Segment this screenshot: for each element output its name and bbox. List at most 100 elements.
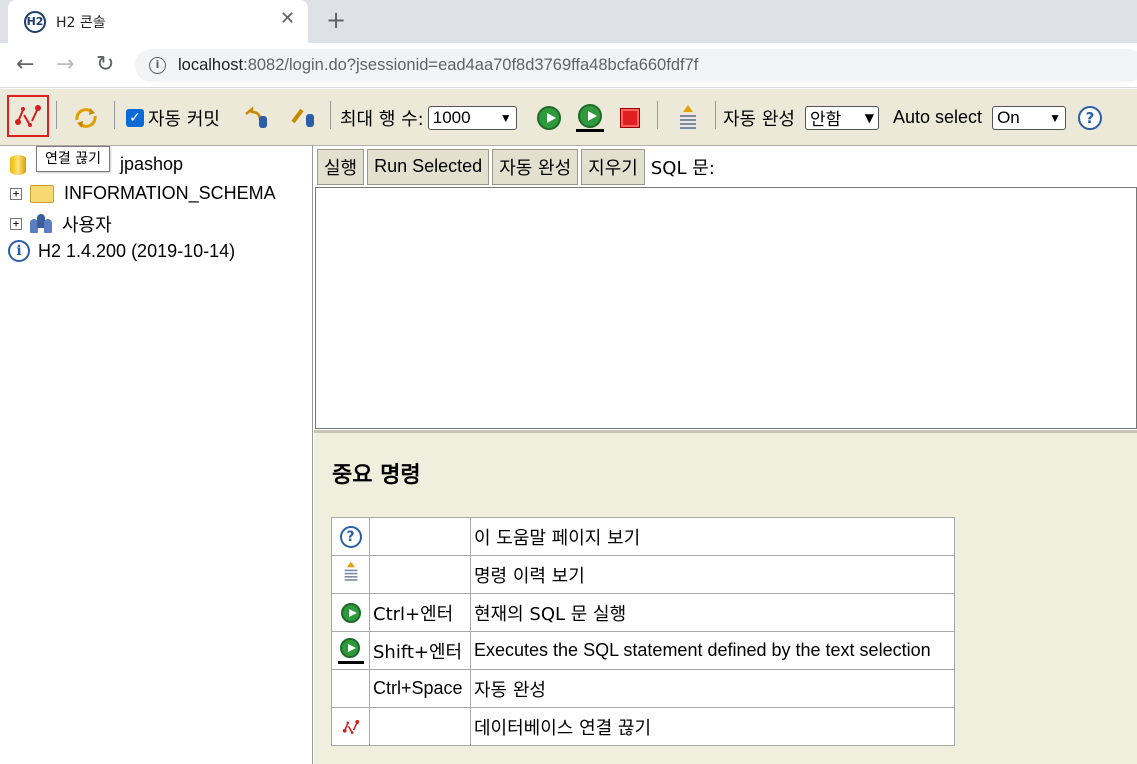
forward-icon[interactable]: → bbox=[56, 52, 74, 77]
table-row: 명령 이력 보기 bbox=[331, 555, 955, 594]
description-cell: 명령 이력 보기 bbox=[470, 555, 955, 594]
toolbar-separator bbox=[657, 101, 658, 129]
toolbar-separator bbox=[715, 101, 716, 129]
expand-icon[interactable]: + bbox=[10, 218, 22, 230]
help-panel: 중요 명령 ? 이 도움말 페이지 보기 명령 이력 보기 Ctrl+엔터 현재… bbox=[314, 433, 1137, 764]
run-selected-button[interactable] bbox=[576, 89, 604, 146]
autocomplete-value: 안함 bbox=[809, 110, 842, 130]
refresh-button[interactable] bbox=[72, 89, 100, 146]
auto-select-group: Auto select On ▼ bbox=[893, 89, 1067, 146]
clear-button[interactable]: 지우기 bbox=[581, 148, 645, 185]
stop-button[interactable] bbox=[620, 89, 640, 146]
tree-item-users[interactable]: + 사용자 bbox=[10, 211, 112, 237]
run-cell-icon bbox=[331, 593, 370, 632]
url-text: localhost:8082/login.do?jsessionid=ead4a… bbox=[178, 56, 698, 75]
chevron-down-icon: ▼ bbox=[864, 110, 874, 125]
description-cell: 자동 완성 bbox=[470, 669, 955, 708]
toolbar-separator bbox=[114, 101, 115, 129]
shortcut-cell bbox=[369, 555, 471, 594]
auto-select-select[interactable]: On ▼ bbox=[992, 105, 1067, 130]
browser-tabstrip: H2 H2 콘솔 ✕ + bbox=[0, 0, 1137, 43]
history-button[interactable] bbox=[679, 89, 697, 146]
disconnect-icon bbox=[15, 105, 41, 127]
sql-statement-label: SQL 문: bbox=[650, 157, 715, 179]
description-cell: 현재의 SQL 문 실행 bbox=[470, 593, 955, 632]
history-icon bbox=[343, 561, 357, 583]
help-button[interactable]: ? bbox=[1078, 89, 1102, 146]
rollback-icon bbox=[245, 105, 267, 128]
back-icon[interactable]: ← bbox=[16, 52, 34, 77]
folder-icon bbox=[30, 184, 54, 203]
site-info-icon[interactable]: i bbox=[149, 57, 166, 74]
shortcut-cell: Shift+엔터 bbox=[369, 631, 471, 670]
autocomplete-label: 자동 완성 bbox=[723, 108, 795, 130]
help-icon: ? bbox=[339, 525, 362, 548]
max-rows-label: 최대 행 수: bbox=[340, 108, 424, 130]
disconnect-tooltip: 연결 끊기 bbox=[36, 146, 110, 172]
users-label: 사용자 bbox=[62, 215, 112, 236]
history-icon bbox=[679, 104, 697, 131]
shortcut-cell bbox=[369, 707, 471, 746]
database-icon bbox=[10, 154, 26, 175]
auto-commit-toggle[interactable]: ✓ 자동 커밋 bbox=[126, 89, 220, 146]
table-row: ? 이 도움말 페이지 보기 bbox=[331, 517, 955, 556]
help-cell-icon: ? bbox=[331, 517, 370, 556]
commit-icon bbox=[291, 108, 314, 127]
description-cell: Executes the SQL statement defined by th… bbox=[470, 631, 955, 670]
disconnect-button[interactable] bbox=[7, 95, 49, 137]
new-tab-icon[interactable]: + bbox=[326, 6, 346, 34]
toolbar-separator bbox=[56, 101, 57, 129]
tree-item-version: i H2 1.4.200 (2019-10-14) bbox=[8, 240, 235, 262]
h2-toolbar: ✓ 자동 커밋 최대 행 수: 1000 ▼ 자동 완성 안함 ▼ Auto s… bbox=[0, 89, 1137, 146]
shortcut-cell: Ctrl+Space bbox=[369, 669, 471, 708]
autocomplete-group: 자동 완성 안함 ▼ bbox=[723, 89, 879, 146]
disconnect-icon bbox=[342, 719, 359, 734]
database-name: jpashop bbox=[120, 154, 184, 174]
run-selected-sql-button[interactable]: Run Selected bbox=[367, 148, 490, 185]
shortcut-cell bbox=[369, 517, 471, 556]
auto-commit-checkbox[interactable]: ✓ bbox=[126, 108, 144, 127]
description-cell: 이 도움말 페이지 보기 bbox=[470, 517, 955, 556]
commit-button[interactable] bbox=[290, 89, 318, 146]
table-row: 데이터베이스 연결 끊기 bbox=[331, 707, 955, 746]
shortcut-cell: Ctrl+엔터 bbox=[369, 593, 471, 632]
max-rows-select[interactable]: 1000 ▼ bbox=[427, 105, 517, 130]
h2-favicon-icon: H2 bbox=[24, 11, 46, 33]
chevron-down-icon: ▼ bbox=[1049, 110, 1062, 125]
run-sql-button[interactable]: 실행 bbox=[317, 148, 365, 185]
schema-label: INFORMATION_SCHEMA bbox=[64, 183, 276, 203]
autocomplete-select[interactable]: 안함 ▼ bbox=[804, 105, 879, 130]
table-row: Shift+엔터 Executes the SQL statement defi… bbox=[331, 631, 955, 670]
table-row: Ctrl+Space 자동 완성 bbox=[331, 669, 955, 708]
browser-tab[interactable]: H2 H2 콘솔 ✕ bbox=[8, 0, 308, 43]
expand-icon[interactable]: + bbox=[10, 187, 22, 200]
run-button[interactable] bbox=[537, 89, 561, 146]
url-input[interactable]: i localhost:8082/login.do?jsessionid=ead… bbox=[135, 49, 1137, 82]
refresh-icon bbox=[75, 107, 97, 128]
empty-icon-cell bbox=[331, 669, 370, 708]
sql-button-bar: 실행 Run Selected 자동 완성 지우기 SQL 문: bbox=[314, 146, 1137, 187]
reload-icon[interactable]: ↻ bbox=[96, 52, 114, 77]
max-rows-group: 최대 행 수: 1000 ▼ bbox=[340, 89, 517, 146]
autocomplete-button[interactable]: 자동 완성 bbox=[492, 148, 579, 185]
auto-select-value: On bbox=[997, 107, 1020, 127]
max-rows-value: 1000 bbox=[432, 107, 471, 127]
tree-item-information-schema[interactable]: + INFORMATION_SCHEMA bbox=[10, 183, 276, 204]
description-cell: 데이터베이스 연결 끊기 bbox=[470, 707, 955, 746]
info-icon: i bbox=[8, 240, 30, 262]
disconnect-cell-icon bbox=[331, 707, 370, 746]
users-icon bbox=[30, 214, 52, 234]
url-host: localhost bbox=[178, 56, 244, 74]
run-selected-cell-icon bbox=[331, 631, 370, 670]
run-selected-icon bbox=[337, 637, 364, 664]
tab-close-icon[interactable]: ✕ bbox=[280, 8, 295, 29]
run-selected-icon bbox=[576, 103, 604, 133]
toolbar-separator bbox=[330, 101, 331, 129]
sql-editor[interactable] bbox=[315, 187, 1137, 429]
tab-title: H2 콘솔 bbox=[56, 15, 106, 31]
db-tree-panel: jpashop + INFORMATION_SCHEMA + 사용자 i H2 … bbox=[0, 146, 313, 764]
rollback-button[interactable] bbox=[242, 89, 270, 146]
url-path: :8082/login.do?jsessionid=ead4aa70f8d376… bbox=[243, 56, 699, 74]
auto-select-label: Auto select bbox=[893, 107, 983, 127]
commands-table: ? 이 도움말 페이지 보기 명령 이력 보기 Ctrl+엔터 현재의 SQL … bbox=[331, 517, 955, 746]
